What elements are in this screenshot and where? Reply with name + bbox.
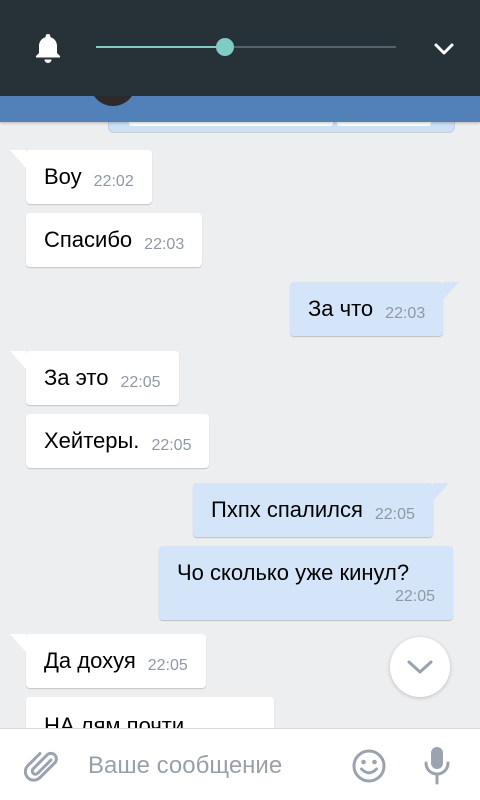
message-time: 22:03 [385,305,426,322]
smiley-icon[interactable] [351,748,387,784]
chevron-down-icon [407,660,433,674]
message-time: 22:02 [93,173,134,190]
message-time: 22:05 [374,506,415,523]
message-text: Пхпх спалился [211,497,363,522]
message-bubble-outgoing[interactable]: Чо сколько уже кинул? 22:05 [159,546,453,620]
volume-slider[interactable] [96,36,396,58]
message-bubble-outgoing[interactable]: Пхпх спалился 22:05 [193,483,449,537]
message-bubble-outgoing[interactable]: За что 22:03 [290,282,460,336]
message-bubble-incoming[interactable]: Хейтеры. 22:05 [26,414,210,468]
message-bubble-incoming[interactable]: Да дохуя 22:05 [10,634,206,688]
message-time: 22:05 [394,588,435,605]
volume-slider-thumb[interactable] [216,38,234,56]
message-text: Воу [44,164,82,189]
message-text: Да дохуя [44,648,136,673]
message-time: 22:05 [151,437,192,454]
paperclip-icon[interactable] [24,747,60,787]
message-text: Чо сколько уже кинул? [177,560,410,585]
message-time: 22:05 [147,657,188,674]
message-text: НА лям почти [44,713,185,728]
scroll-to-bottom-button[interactable] [390,637,450,697]
message-time: 22:03 [144,236,185,253]
message-text: Хейтеры. [44,428,140,453]
message-text: Спасибо [44,227,133,252]
volume-panel [0,0,480,96]
app-bar [0,96,480,122]
avatar[interactable] [90,96,136,106]
message-composer [0,728,480,800]
message-text: За что [308,296,374,321]
message-bubble-incoming[interactable]: Воу 22:02 [10,150,152,204]
microphone-icon[interactable] [422,745,452,787]
message-input[interactable] [86,745,340,787]
message-time: 22:05 [120,374,161,391]
message-list[interactable]: Воу 22:02 Спасибо 22:03 За что 22:03 За … [0,96,480,728]
bell-icon[interactable] [33,32,63,64]
message-text: За это [44,365,109,390]
chevron-down-icon[interactable] [430,38,458,60]
message-bubble-incoming[interactable]: НА лям почти [26,697,274,728]
volume-slider-fill [96,46,225,48]
message-bubble-incoming[interactable]: За это 22:05 [10,351,179,405]
message-bubble-incoming[interactable]: Спасибо 22:03 [26,213,203,267]
